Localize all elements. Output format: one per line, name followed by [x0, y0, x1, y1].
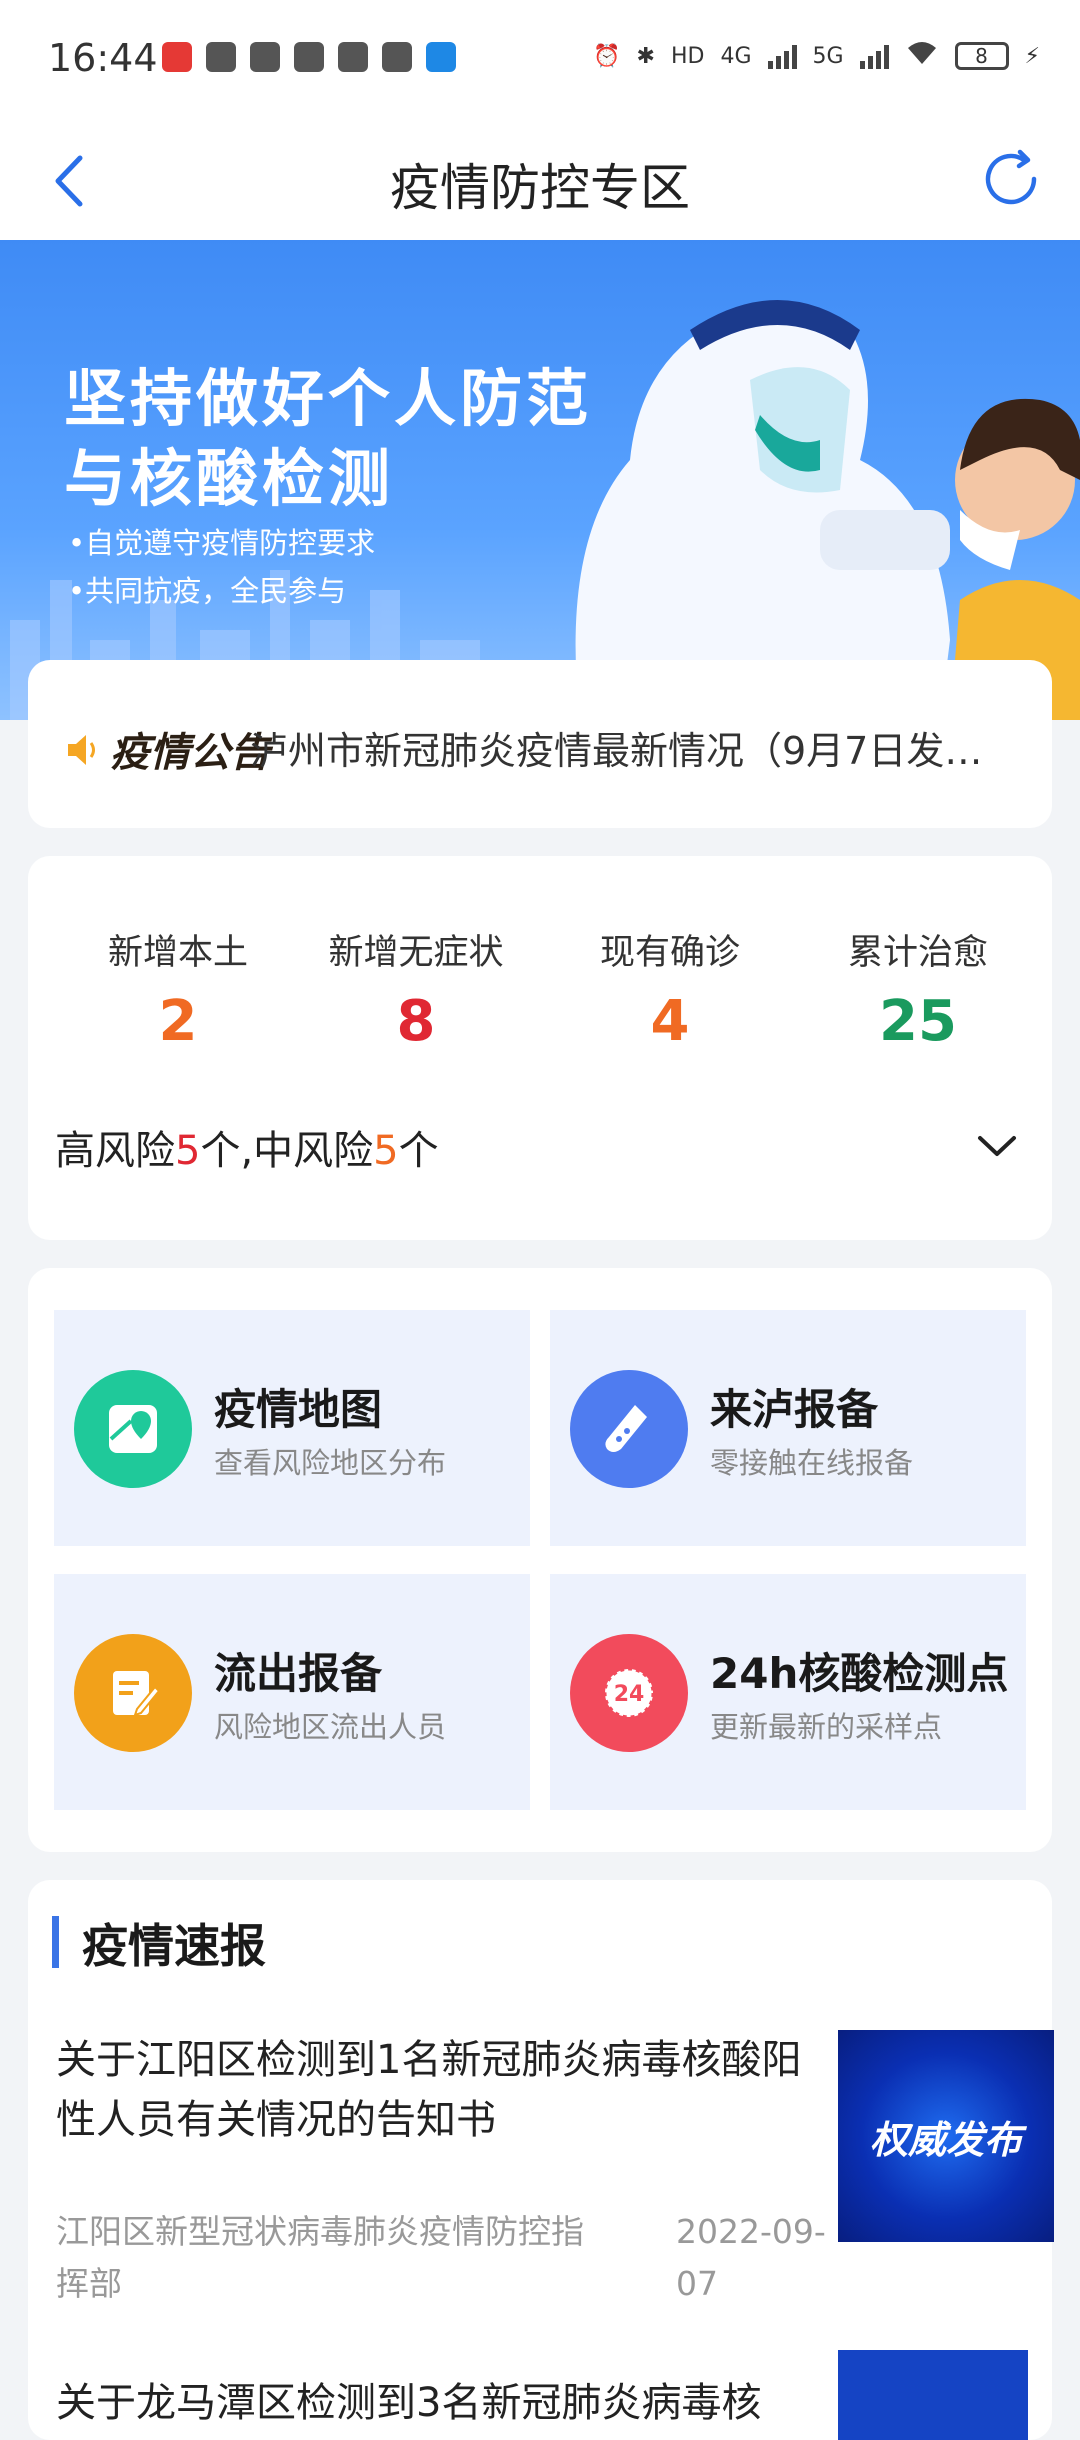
stat-total-recovered: 累计治愈 25: [793, 924, 1043, 1054]
promo-banner[interactable]: 坚持做好个人防范 与核酸检测 •自觉遵守疫情防控要求 •共同抗疫，全民参与: [0, 240, 1080, 720]
service-subtitle: 风险地区流出人员: [214, 1710, 447, 1744]
news-date: 2022-09-07: [676, 2212, 826, 2303]
service-subtitle: 更新最新的采样点: [710, 1710, 943, 1744]
charging-icon: ⚡: [1024, 43, 1040, 69]
refresh-icon: [985, 149, 1037, 205]
notification-icons: [162, 42, 456, 72]
bluetooth-icon: ✱: [636, 43, 655, 69]
mail-notification-icon: [338, 42, 368, 72]
alarm-icon: ⏰: [593, 43, 621, 69]
news-thumbnail: [838, 2350, 1028, 2440]
service-arrival-report[interactable]: 来泸报备 零接触在线报备: [550, 1310, 1026, 1546]
banner-headline: 坚持做好个人防范: [64, 362, 593, 435]
notice-card[interactable]: 疫情公告 泸州市新冠肺炎疫情最新情况（9月7日发…: [28, 660, 1052, 828]
speaker-icon: [68, 735, 95, 765]
chevron-down-icon: [978, 1136, 1016, 1156]
chat-notification-icon: [206, 42, 236, 72]
video-notification-icon: [382, 42, 412, 72]
app-notification-icon: [250, 42, 280, 72]
test-tube-icon: [570, 1370, 688, 1488]
stat-value: 2: [158, 989, 198, 1054]
24h-clock-icon: 24: [570, 1634, 688, 1752]
news-thumbnail: 权威发布: [838, 2030, 1054, 2242]
expand-risk-button[interactable]: [972, 1126, 1022, 1166]
news-card: 疫情速报 关于江阳区检测到1名新冠肺炎病毒核酸阳性人员有关情况的告知书 江阳区新…: [28, 1880, 1054, 2440]
risk-prefix: 高风险: [55, 1128, 175, 1174]
service-title: 24h核酸检测点: [710, 1649, 1009, 1698]
service-subtitle: 查看风险地区分布: [214, 1446, 447, 1480]
risk-summary: 高风险5个,中风险5个: [55, 1118, 439, 1176]
network-4g-label: 4G: [720, 43, 752, 69]
risk-mid-count: 5: [373, 1128, 399, 1174]
stat-value: 4: [650, 989, 690, 1054]
service-24h-test-sites[interactable]: 24 24h核酸检测点 更新最新的采样点: [550, 1574, 1026, 1810]
signal-icon: [767, 43, 797, 69]
app-header: 疫情防控专区: [0, 120, 1080, 240]
pay-notification-icon: [294, 42, 324, 72]
risk-suffix: 个: [398, 1128, 439, 1174]
stat-value: 25: [879, 989, 957, 1054]
stat-label: 新增无症状: [328, 933, 504, 973]
section-title: 疫情速报: [82, 1919, 266, 1973]
map-icon: [74, 1370, 192, 1488]
status-time: 16:44: [48, 36, 158, 80]
service-subtitle: 零接触在线报备: [710, 1446, 914, 1480]
service-title: 来泸报备: [710, 1385, 879, 1434]
news-item[interactable]: 关于龙马潭区检测到3名新冠肺炎病毒核: [56, 2350, 1028, 2440]
network-5g-label: 5G: [812, 43, 844, 69]
news-title: 关于龙马潭区检测到3名新冠肺炎病毒核: [56, 2380, 762, 2426]
zhihu-notification-icon: [426, 42, 456, 72]
stat-current-confirmed: 现有确诊 4: [545, 924, 795, 1054]
risk-high-count: 5: [175, 1128, 201, 1174]
stat-label: 新增本土: [107, 933, 248, 973]
nucleic-test-illustration: [575, 300, 1080, 720]
status-bar: 16:44 ⏰ ✱ HD 4G 5G 8 ⚡: [0, 0, 1080, 120]
page-title: 疫情防控专区: [390, 159, 690, 217]
risk-mid-text: 个,中风险: [200, 1128, 374, 1174]
stat-label: 累计治愈: [847, 933, 988, 973]
service-outflow-report[interactable]: 流出报备 风险地区流出人员: [54, 1574, 530, 1810]
stat-value: 8: [396, 989, 436, 1054]
stats-card: 新增本土 2 新增无症状 8 现有确诊 4 累计治愈 25 高风险5个,中风险5…: [28, 856, 1052, 1240]
wifi-icon: [905, 40, 939, 72]
stat-new-local: 新增本土 2: [53, 924, 303, 1054]
notice-text[interactable]: 泸州市新冠肺炎疫情最新情况（9月7日发…: [250, 720, 1030, 775]
banner-headline: 与核酸检测: [64, 442, 395, 515]
svg-text:24: 24: [614, 1682, 645, 1707]
news-source: 江阳区新型冠状病毒肺炎疫情防控指挥部: [56, 2212, 584, 2303]
battery-level: 8: [975, 44, 988, 68]
status-indicators: ⏰ ✱ HD 4G 5G 8 ⚡: [593, 40, 1040, 72]
banner-bullet: •共同抗疫，全民参与: [68, 574, 347, 608]
services-card: 疫情地图 查看风险地区分布 来泸报备 零接触在线报备 流出报备 风险地区流出人员…: [28, 1268, 1052, 1852]
news-item[interactable]: 关于江阳区检测到1名新冠肺炎病毒核酸阳性人员有关情况的告知书 江阳区新型冠状病毒…: [56, 2030, 1054, 2330]
stat-new-asymptomatic: 新增无症状 8: [291, 924, 541, 1054]
service-title: 疫情地图: [214, 1385, 383, 1434]
refresh-button[interactable]: [976, 144, 1046, 214]
stat-label: 现有确诊: [599, 933, 740, 973]
battery-icon: 8: [954, 42, 1009, 70]
banner-bullet: •自觉遵守疫情防控要求: [68, 526, 376, 560]
section-accent-bar: [52, 1916, 59, 1968]
hd-label: HD: [670, 43, 705, 69]
service-title: 流出报备: [214, 1649, 383, 1698]
news-title: 关于江阳区检测到1名新冠肺炎病毒核酸阳性人员有关情况的告知书: [56, 2037, 802, 2143]
thumbnail-text: 权威发布: [869, 2117, 1022, 2162]
signal-icon: [859, 43, 889, 69]
app-notification-icon: [162, 42, 192, 72]
notice-label: 疫情公告: [110, 730, 270, 776]
service-epidemic-map[interactable]: 疫情地图 查看风险地区分布: [54, 1310, 530, 1546]
edit-document-icon: [74, 1634, 192, 1752]
